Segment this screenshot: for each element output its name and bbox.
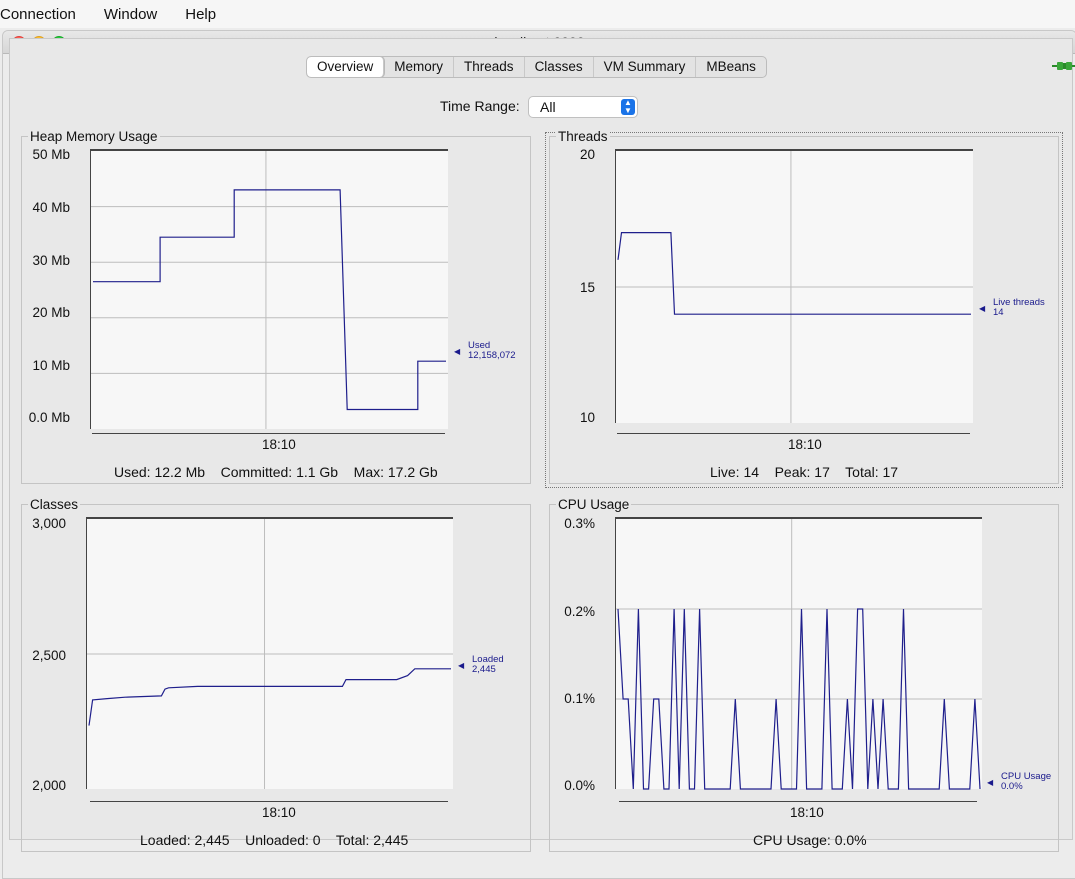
tab-threads[interactable]: Threads: [454, 57, 525, 77]
heap-summary: Used: 12.2 Mb Committed: 1.1 Gb Max: 17.…: [114, 464, 438, 480]
heap-ytick-label: 20 Mb: [32, 305, 70, 320]
threads-ytick-label: 10: [579, 410, 595, 425]
cpu-xtick-label: 18:10: [790, 805, 824, 820]
classes-plot-area: [86, 517, 453, 789]
heap-ytick-label: 30 Mb: [32, 253, 70, 268]
classes-summary: Loaded: 2,445 Unloaded: 0 Total: 2,445: [140, 832, 409, 848]
cpu-legend-value: 0.0%: [1001, 781, 1023, 792]
heap-xtick-label: 18:10: [262, 437, 296, 452]
threads-ytick-label: 20: [579, 147, 595, 162]
heap-ytick-label: 10 Mb: [32, 358, 70, 373]
tab-classes[interactable]: Classes: [525, 57, 594, 77]
menu-help[interactable]: Help: [185, 6, 216, 23]
threads-summary: Live: 14 Peak: 17 Total: 17: [710, 464, 899, 480]
cpu-panel-title: CPU Usage: [556, 497, 632, 512]
cpu-ytick-label: 0.0%: [564, 778, 595, 793]
heap-ytick-label: 40 Mb: [32, 200, 70, 215]
classes-xtick-label: 18:10: [262, 805, 296, 820]
tab-overview[interactable]: Overview: [307, 57, 385, 77]
classes-legend: ◀ Loaded 2,445: [458, 655, 504, 675]
cpu-ytick-label: 0.2%: [564, 604, 595, 619]
threads-ytick-label: 15: [579, 280, 595, 295]
legend-pointer-icon: ◀: [987, 778, 994, 787]
threads-panel-title: Threads: [556, 129, 610, 144]
series-line-used: [93, 189, 446, 411]
heap-chart: [91, 151, 448, 429]
chevron-updown-icon: ▲ ▼: [621, 99, 635, 115]
tab-vm-summary[interactable]: VM Summary: [594, 57, 697, 77]
heap-x-axis: [92, 433, 445, 434]
legend-pointer-icon: ◀: [979, 304, 986, 313]
cpu-x-axis: [619, 801, 977, 802]
cpu-ytick-label: 0.1%: [564, 691, 595, 706]
cpu-summary: CPU Usage: 0.0%: [753, 832, 867, 848]
connection-plug-icon: [1052, 62, 1075, 70]
heap-plot-area: [90, 149, 448, 429]
threads-xtick-label: 18:10: [788, 437, 822, 452]
cpu-legend: ◀ CPU Usage 0.0%: [987, 772, 1051, 792]
cpu-chart: [616, 519, 982, 790]
threads-legend-value: 14: [993, 307, 1004, 318]
series-line-live-threads: [617, 231, 971, 315]
threads-plot-area: [615, 149, 973, 423]
heap-panel-title: Heap Memory Usage: [28, 129, 160, 144]
classes-panel-title: Classes: [28, 497, 81, 512]
classes-ytick-label: 2,000: [32, 778, 66, 793]
threads-legend: ◀ Live threads 14: [979, 298, 1045, 318]
threads-chart: [616, 151, 973, 423]
time-range-label: Time Range:: [440, 98, 520, 114]
tab-bar: Overview Memory Threads Classes VM Summa…: [306, 56, 767, 78]
cpu-ytick-label: 0.3%: [564, 516, 595, 531]
classes-ytick-label: 2,500: [32, 648, 66, 663]
classes-ytick-label: 3,000: [32, 516, 66, 531]
tab-mbeans[interactable]: MBeans: [696, 57, 766, 77]
classes-x-axis: [90, 801, 448, 802]
legend-pointer-icon: ◀: [458, 661, 465, 670]
menu-connection[interactable]: Connection: [0, 6, 76, 23]
heap-legend: ◀ Used 12,158,072: [454, 341, 516, 361]
heap-legend-value: 12,158,072: [468, 350, 516, 361]
time-range-value: All: [540, 99, 556, 115]
heap-ytick-label: 50 Mb: [32, 147, 70, 162]
menu-window[interactable]: Window: [104, 6, 157, 23]
classes-legend-value: 2,445: [472, 664, 496, 675]
legend-pointer-icon: ◀: [454, 347, 461, 356]
threads-x-axis: [617, 433, 970, 434]
cpu-plot-area: [615, 517, 982, 790]
tab-memory[interactable]: Memory: [384, 57, 455, 77]
classes-chart: [87, 519, 453, 789]
heap-ytick-label: 0.0 Mb: [28, 410, 70, 425]
time-range-select[interactable]: All ▲ ▼: [528, 96, 638, 118]
series-line-loaded: [88, 668, 451, 726]
menubar: Connection Window Help: [0, 0, 1075, 28]
